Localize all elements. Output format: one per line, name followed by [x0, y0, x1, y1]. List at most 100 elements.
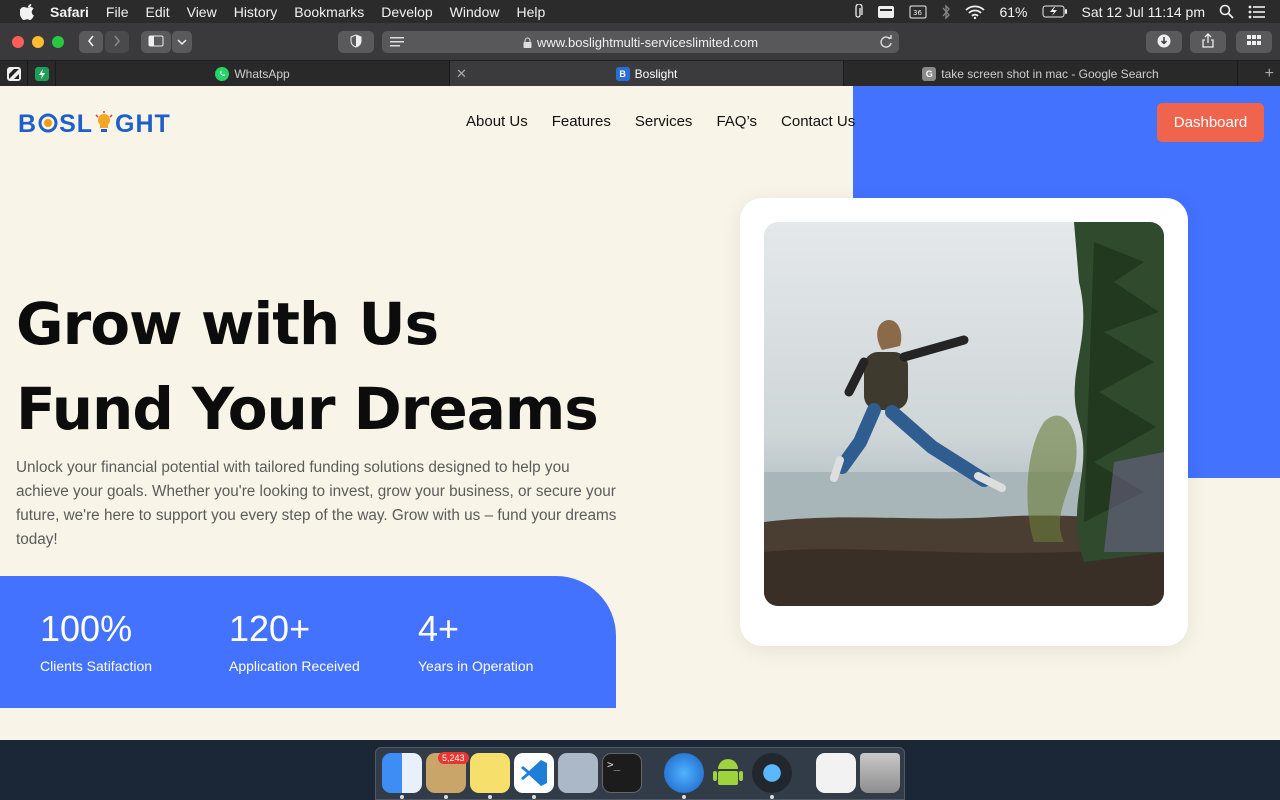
pinned-tab-2[interactable]	[28, 61, 56, 86]
tab-title: Boslight	[634, 66, 678, 81]
vscode-icon[interactable]	[514, 753, 554, 793]
whatsapp-icon	[215, 66, 230, 81]
stat-clients: 100% Clients Satifaction	[40, 606, 152, 674]
menu-bookmarks[interactable]: Bookmarks	[294, 4, 364, 20]
chevron-down-icon	[177, 35, 187, 49]
logo-bulb-icon	[38, 112, 58, 136]
finder-icon[interactable]	[382, 753, 422, 793]
shield-icon	[350, 33, 362, 51]
logo-text-part: GHT	[115, 109, 171, 138]
boslight-icon: B	[615, 66, 630, 81]
tab-google-search[interactable]: G take screen shot in mac - Google Searc…	[844, 61, 1238, 86]
paperclip-icon[interactable]	[853, 3, 864, 20]
stat-label: Application Received	[229, 658, 360, 674]
preview-icon[interactable]	[558, 753, 598, 793]
reload-icon[interactable]	[879, 35, 893, 52]
menu-develop[interactable]: Develop	[381, 4, 432, 20]
notification-center-icon[interactable]	[1248, 5, 1266, 19]
hero-image-card	[740, 198, 1188, 646]
downloads-button[interactable]	[1146, 31, 1182, 53]
safari-icon[interactable]	[664, 753, 704, 793]
stat-years: 4+ Years in Operation	[418, 606, 533, 674]
pinned-tab-1[interactable]	[0, 61, 28, 86]
battery-charging-icon[interactable]	[1042, 5, 1068, 18]
running-indicator	[400, 795, 404, 799]
menu-bar: Safari File Edit View History Bookmarks …	[0, 0, 1280, 23]
tab-title: take screen shot in mac - Google Search	[941, 66, 1159, 81]
menu-view[interactable]: View	[187, 4, 217, 20]
url-text: www.boslightmulti-serviceslimited.com	[536, 34, 759, 50]
logo-text-part: B	[18, 109, 38, 138]
running-indicator	[682, 795, 686, 799]
svg-text:36: 36	[913, 9, 922, 17]
forward-button[interactable]	[105, 31, 129, 53]
trash-icon[interactable]	[860, 753, 900, 793]
battery-percent: 61%	[999, 3, 1028, 20]
sidebar-toggle-button[interactable]	[141, 31, 171, 53]
spotlight-search-icon[interactable]	[1219, 4, 1234, 19]
running-indicator	[532, 795, 536, 799]
chevron-right-icon	[113, 35, 121, 50]
nav-about-us[interactable]: About Us	[466, 113, 528, 130]
documents-icon[interactable]	[816, 753, 856, 793]
back-button[interactable]	[79, 31, 103, 53]
hero-photo	[764, 222, 1164, 606]
menu-file[interactable]: File	[106, 4, 129, 20]
terminal-icon[interactable]: >_	[602, 753, 642, 793]
tab-whatsapp[interactable]: WhatsApp	[56, 61, 450, 86]
menu-help[interactable]: Help	[516, 4, 545, 20]
minimize-window-button[interactable]	[32, 36, 44, 48]
mail-badge: 5,243	[438, 752, 469, 764]
tab-overview-button[interactable]	[1236, 31, 1272, 53]
share-button[interactable]	[1190, 31, 1226, 53]
sidebar-menu-button[interactable]	[172, 31, 192, 53]
hero-title-line-1: Grow with Us	[16, 290, 439, 358]
stats-panel: 100% Clients Satifaction 120+ Applicatio…	[0, 576, 616, 708]
menu-history[interactable]: History	[234, 4, 278, 20]
clock[interactable]: Sat 12 Jul 11:14 pm	[1082, 4, 1205, 20]
sidebar-icon	[148, 35, 164, 50]
display-icon[interactable]: 36	[909, 5, 927, 19]
site-logo[interactable]: B SL GHT	[18, 110, 171, 138]
hero-title: Grow with Us Fund Your Dreams	[16, 282, 599, 452]
hero-title-line-2: Fund Your Dreams	[16, 375, 599, 443]
menu-edit[interactable]: Edit	[145, 4, 169, 20]
plus-icon: +	[1264, 64, 1274, 82]
menu-window[interactable]: Window	[450, 4, 500, 20]
running-indicator	[488, 795, 492, 799]
google-icon: G	[922, 66, 937, 81]
menu-app-safari[interactable]: Safari	[50, 4, 89, 20]
close-window-button[interactable]	[12, 36, 24, 48]
stat-applications: 120+ Application Received	[229, 606, 360, 674]
logo-text-part: SL	[59, 109, 94, 138]
new-tab-button[interactable]: +	[1238, 61, 1280, 86]
close-tab-icon[interactable]: ✕	[456, 66, 467, 82]
main-nav: About Us Features Services FAQ’s Contact…	[466, 113, 855, 130]
quicktime-icon[interactable]	[752, 753, 792, 793]
notes-icon[interactable]	[470, 753, 510, 793]
running-indicator	[770, 795, 774, 799]
lock-icon	[523, 37, 532, 48]
share-icon	[1202, 33, 1214, 51]
reader-view-icon[interactable]	[390, 36, 404, 51]
nav-contact-us[interactable]: Contact Us	[781, 113, 855, 130]
bluetooth-icon[interactable]	[941, 3, 951, 20]
dashboard-button[interactable]: Dashboard	[1157, 103, 1264, 142]
web-page: B SL GHT About Us Features Services FAQ’…	[0, 86, 1280, 740]
android-studio-icon[interactable]	[708, 753, 748, 793]
nav-faqs[interactable]: FAQ’s	[716, 113, 757, 130]
download-icon	[1157, 34, 1171, 51]
status-area: 36 61% Sat 12 Jul 11:14 pm	[853, 0, 1266, 23]
logo-lightbulb-icon	[94, 111, 114, 137]
nav-features[interactable]: Features	[552, 113, 611, 130]
address-bar[interactable]: www.boslightmulti-serviceslimited.com	[382, 31, 899, 53]
privacy-report-button[interactable]	[338, 31, 374, 53]
chevron-left-icon	[87, 35, 95, 50]
running-indicator	[444, 795, 448, 799]
apple-icon[interactable]	[20, 3, 36, 20]
wifi-icon[interactable]	[965, 5, 986, 19]
card-icon[interactable]	[877, 5, 895, 19]
fullscreen-window-button[interactable]	[52, 36, 64, 48]
tab-boslight[interactable]: ✕ B Boslight	[450, 61, 844, 86]
nav-services[interactable]: Services	[635, 113, 693, 130]
